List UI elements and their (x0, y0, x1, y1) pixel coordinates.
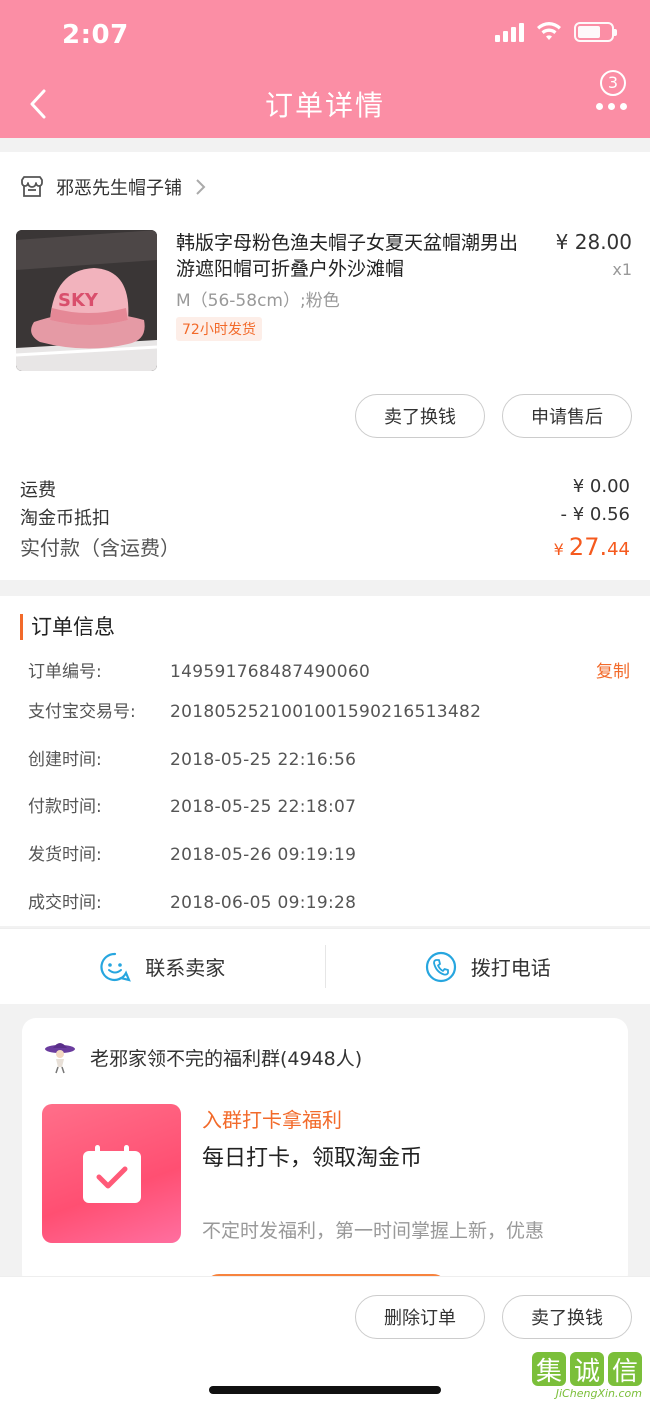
order-info-card: 订单信息 订单编号: 149591768487490060 复制 支付宝交易号:… (0, 596, 650, 926)
calendar-check-icon (82, 1144, 141, 1203)
contact-seller-label: 联系卖家 (145, 956, 226, 980)
order-info-title: 订单信息 (20, 614, 115, 640)
group-header: 老邪家领不完的福利群(4948人) (44, 1040, 362, 1074)
contact-seller-button[interactable]: 联系卖家 (0, 929, 325, 1004)
battery-icon (574, 22, 617, 42)
group-headline: 每日打卡，领取淘金币 (202, 1146, 423, 1171)
copy-order-number-link[interactable]: 复制 (596, 658, 630, 686)
order-number-label: 订单编号: (28, 662, 102, 682)
more-dots-icon (596, 102, 603, 110)
paid-time-value: 2018-05-25 22:18:07 (170, 797, 357, 817)
created-time-value: 2018-05-25 22:16:56 (170, 750, 357, 770)
bucket-hat-image: SKY (16, 230, 157, 371)
shipping-fee-row: 运费 ¥ 0.00 (20, 476, 630, 502)
shipped-time-label: 发货时间: (28, 845, 102, 865)
more-button[interactable] (596, 96, 630, 116)
group-tag: 入群打卡拿福利 (202, 1108, 342, 1132)
paid-time-row: 付款时间: 2018-05-25 22:18:07 (28, 793, 630, 821)
image-hat-lettering: SKY (58, 290, 99, 311)
coin-deduction-label: 淘金币抵扣 (20, 508, 110, 529)
alipay-transaction-row: 支付宝交易号: 2018052521001001590216513482 (28, 698, 630, 726)
completed-time-value: 2018-06-05 09:19:28 (170, 893, 357, 913)
order-number-value: 149591768487490060 (170, 662, 371, 682)
total-paid-row: 实付款（含运费） ¥ 27.44 (20, 532, 630, 561)
nav-bar: 订单详情 3 (0, 70, 650, 138)
group-description: 不定时发福利，第一时间掌握上新，优惠 (202, 1220, 545, 1242)
coin-deduction-row: 淘金币抵扣 - ¥ 0.56 (20, 504, 630, 530)
shipping-fee-label: 运费 (20, 480, 56, 501)
completed-time-label: 成交时间: (28, 893, 102, 913)
contact-bar: 联系卖家 拨打电话 (0, 928, 650, 1004)
notification-badge: 3 (600, 70, 626, 96)
product-price: ¥ 28.00 (555, 230, 632, 254)
page-title: 订单详情 (264, 89, 385, 122)
status-bar: 2:07 (0, 0, 650, 70)
phone-icon (425, 951, 456, 982)
shop-name: 邪恶先生帽子铺 (56, 178, 182, 199)
created-time-row: 创建时间: 2018-05-25 22:16:56 (28, 746, 630, 774)
shipped-time-value: 2018-05-26 09:19:19 (170, 845, 357, 865)
status-time: 2:07 (62, 20, 129, 50)
shop-link[interactable]: 邪恶先生帽子铺 (20, 172, 206, 202)
wifi-icon (537, 22, 561, 40)
product-quantity: x1 (612, 260, 632, 279)
product-card: 邪恶先生帽子铺 SKY 韩版字母粉色渔夫帽子女夏天盆帽潮男出游遮阳帽可折叠户外沙… (0, 152, 650, 580)
group-checkin-image (42, 1104, 181, 1243)
home-indicator[interactable] (209, 1386, 441, 1394)
delete-order-button[interactable]: 删除订单 (355, 1295, 485, 1339)
alipay-transaction-value: 2018052521001001590216513482 (170, 702, 482, 722)
chevron-right-icon (196, 179, 206, 195)
shipping-tag: 72小时发货 (176, 317, 262, 341)
signal-icon (495, 22, 524, 42)
chat-smile-icon (100, 952, 132, 982)
shop-icon (21, 176, 43, 197)
group-name: 老邪家领不完的福利群(4948人) (90, 1047, 363, 1070)
group-avatar-icon (45, 1043, 75, 1074)
call-phone-button[interactable]: 拨打电话 (326, 929, 650, 1004)
total-paid-value: ¥ 27.44 (553, 533, 630, 561)
total-paid-label: 实付款（含运费） (20, 536, 180, 560)
alipay-transaction-label: 支付宝交易号: (28, 702, 136, 722)
product-title[interactable]: 韩版字母粉色渔夫帽子女夏天盆帽潮男出游遮阳帽可折叠户外沙滩帽 (176, 230, 536, 282)
watermark-text: JiChengXin.com (555, 1387, 642, 1400)
request-aftersale-button[interactable]: 申请售后 (502, 394, 632, 438)
shipped-time-row: 发货时间: 2018-05-26 09:19:19 (28, 841, 630, 869)
completed-time-row: 成交时间: 2018-06-05 09:19:28 (28, 889, 630, 917)
bottom-sell-for-cash-button[interactable]: 卖了换钱 (502, 1295, 632, 1339)
group-promo-card[interactable]: 老邪家领不完的福利群(4948人) 入群打卡拿福利 每日打卡，领取淘金币 不定时… (22, 1018, 628, 1288)
watermark-logo: 集 诚 信 (532, 1352, 642, 1387)
sell-for-cash-button[interactable]: 卖了换钱 (355, 394, 485, 438)
shipping-fee-value: ¥ 0.00 (572, 476, 630, 497)
product-sku: M（56-58cm）;粉色 (176, 291, 340, 311)
paid-time-label: 付款时间: (28, 797, 102, 817)
coin-deduction-value: - ¥ 0.56 (560, 504, 630, 525)
product-image[interactable]: SKY (16, 230, 157, 371)
watermark: 集 诚 信 JiChengXin.com (532, 1352, 642, 1400)
status-icons (495, 22, 617, 42)
created-time-label: 创建时间: (28, 750, 102, 770)
call-phone-label: 拨打电话 (470, 956, 551, 980)
order-number-row: 订单编号: 149591768487490060 复制 (28, 658, 630, 686)
